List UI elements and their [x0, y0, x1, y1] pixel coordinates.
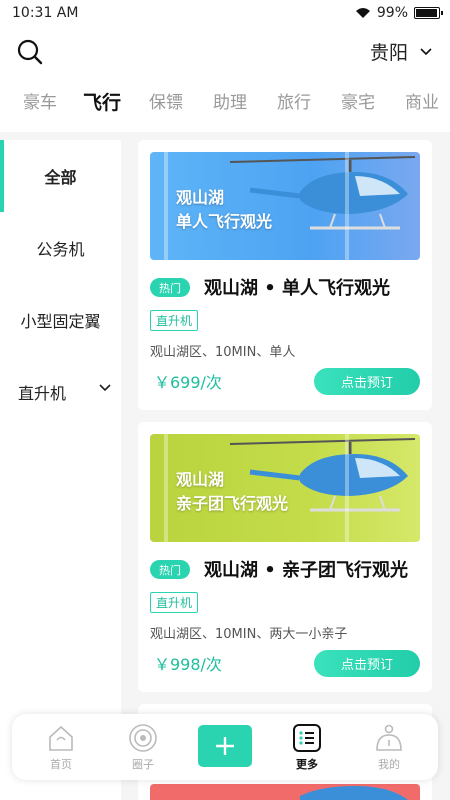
tab-bodyguard[interactable]: 保镖 [134, 86, 198, 115]
plus-icon [216, 737, 234, 755]
helicopter-image [164, 434, 416, 542]
book-button[interactable]: 点击预订 [314, 368, 420, 395]
sidebar-item-label: 直升机 [18, 384, 67, 403]
nav-more[interactable]: 更多 [274, 723, 340, 772]
nav-label: 首页 [50, 757, 72, 771]
product-card[interactable]: 观山湖 单人飞行观光 热门 观山湖 • 单人飞行观光 直升机 观山湖区、10MI… [138, 140, 432, 410]
nav-home[interactable]: 首页 [28, 723, 94, 772]
product-banner: 观山湖 单人飞行观光 [150, 152, 420, 260]
aircraft-type-tag: 直升机 [150, 592, 199, 613]
sidebar-item-label: 公务机 [36, 240, 85, 259]
product-card[interactable]: 观山湖 亲子团飞行观光 热门 观山湖 • 亲子团飞行观光 直升机 观山湖区、10… [138, 422, 432, 692]
status-bar: 10:31 AM 99% [0, 0, 450, 26]
nav-publish[interactable] [192, 725, 258, 767]
product-list: 观山湖 单人飞行观光 热门 观山湖 • 单人飞行观光 直升机 观山湖区、10MI… [138, 140, 432, 800]
publish-button[interactable] [198, 725, 252, 767]
city-label: 贵阳 [369, 42, 408, 64]
product-title: 观山湖 • 单人飞行观光 [204, 278, 391, 299]
list-icon [293, 723, 321, 752]
product-info: 观山湖区、10MIN、单人 [150, 345, 296, 360]
product-banner: 观山湖 亲子团飞行观光 [150, 434, 420, 542]
helicopter-image [300, 786, 408, 800]
product-title: 观山湖 • 亲子团飞行观光 [204, 560, 409, 581]
product-price: ￥998/次 [154, 655, 222, 674]
search-icon [17, 39, 43, 65]
home-icon [49, 725, 73, 751]
nav-profile[interactable]: 我的 [356, 723, 422, 772]
status-time: 10:31 AM [12, 5, 79, 21]
nav-circle[interactable]: 圈子 [110, 723, 176, 772]
hot-badge: 热门 [150, 560, 190, 579]
hot-badge: 热门 [150, 278, 190, 297]
tab-flight[interactable]: 飞行 [70, 86, 134, 115]
profile-icon [376, 724, 402, 751]
sidebar-item-label: 小型固定翼 [20, 312, 101, 331]
category-sidebar: 全部 公务机 小型固定翼 直升机 [0, 140, 121, 800]
battery-percent: 99% [376, 5, 408, 21]
circle-icon [129, 723, 157, 752]
product-banner [150, 784, 420, 800]
product-price: ￥699/次 [154, 373, 222, 392]
tab-luxury-car[interactable]: 豪车 [10, 86, 70, 115]
status-icons: 99% [355, 5, 443, 21]
tab-business[interactable]: 商业 [390, 86, 450, 115]
search-button[interactable] [16, 38, 44, 66]
nav-label: 我的 [378, 757, 400, 771]
tab-travel[interactable]: 旅行 [262, 86, 326, 115]
nav-label: 更多 [296, 757, 318, 771]
chevron-down-icon [420, 47, 432, 55]
category-tabs: 豪车 飞行 保镖 助理 旅行 豪宅 商业 [0, 86, 450, 115]
tab-mansion[interactable]: 豪宅 [326, 86, 390, 115]
helicopter-image [164, 152, 416, 260]
bottom-navigation: 首页 圈子 更多 我的 [12, 714, 438, 780]
sidebar-item-label: 全部 [44, 168, 77, 187]
nav-label: 圈子 [132, 757, 154, 771]
battery-icon [414, 7, 443, 19]
sidebar-item-business-jet[interactable]: 公务机 [0, 212, 121, 284]
wifi-icon [355, 8, 370, 18]
header: 贵阳 豪车 飞行 保镖 助理 旅行 豪宅 商业 [0, 26, 450, 132]
sidebar-item-helicopter[interactable]: 直升机 [0, 356, 121, 428]
chevron-down-icon [99, 384, 111, 392]
tab-assistant[interactable]: 助理 [198, 86, 262, 115]
sidebar-item-all[interactable]: 全部 [0, 140, 121, 212]
city-selector[interactable]: 贵阳 [370, 38, 432, 65]
aircraft-type-tag: 直升机 [150, 310, 199, 331]
book-button[interactable]: 点击预订 [314, 650, 420, 677]
sidebar-item-small-fixed-wing[interactable]: 小型固定翼 [0, 284, 121, 356]
product-info: 观山湖区、10MIN、两大一小亲子 [150, 627, 348, 642]
